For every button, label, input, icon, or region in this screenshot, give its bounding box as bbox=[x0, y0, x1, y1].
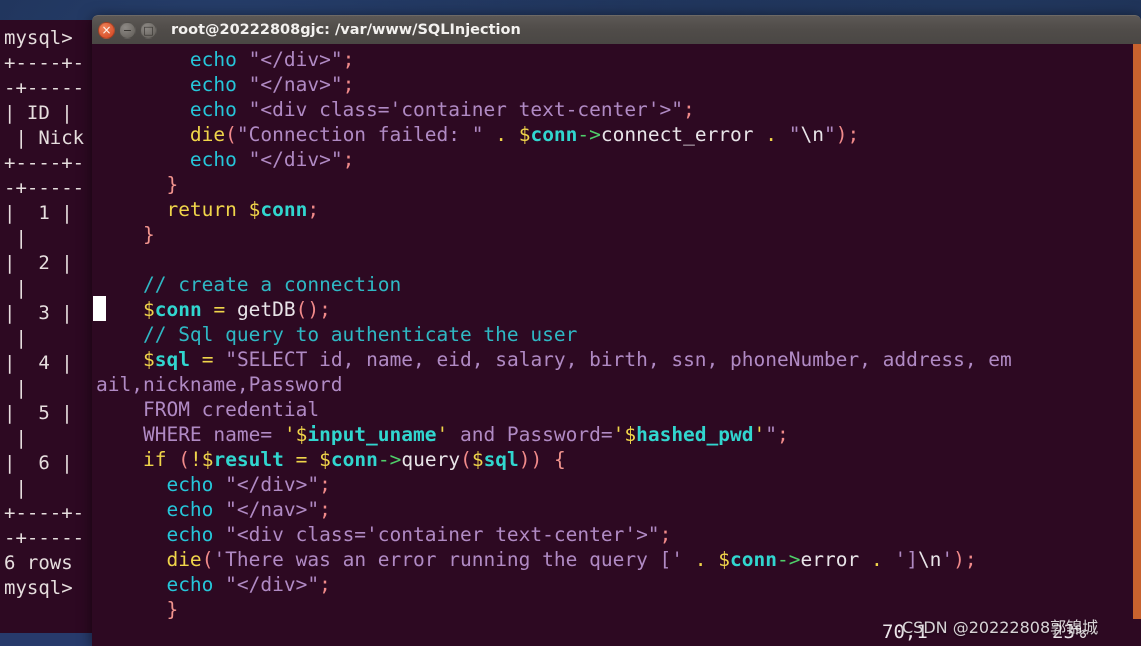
window-title: root@20222808gjc: /var/www/SQLInjection bbox=[171, 22, 521, 38]
code-line: // Sql query to authenticate the user bbox=[142, 323, 578, 346]
code-line: echo "<div class='container text-center'… bbox=[166, 523, 672, 546]
terminal-body[interactable]: echo "</div>"; echo "</nav>"; echo "<div… bbox=[92, 44, 1141, 646]
terminal-window[interactable]: × − □ root@20222808gjc: /var/www/SQLInje… bbox=[92, 15, 1141, 646]
screen: mysql> +----+- -+----- | ID | | Nick +--… bbox=[0, 0, 1141, 646]
code-line: } bbox=[166, 173, 179, 196]
code-line: echo "<div class='container text-center'… bbox=[189, 98, 695, 121]
code-line: ail,nickname,Password bbox=[96, 373, 343, 396]
scroll-percent: 23% bbox=[1052, 621, 1087, 643]
code-line: die("Connection failed: " . $conn->conne… bbox=[189, 123, 860, 146]
code-line: $conn = getDB(); bbox=[142, 298, 331, 321]
code-line: echo "</div>"; bbox=[166, 573, 331, 596]
code-line: FROM credential bbox=[142, 398, 320, 421]
minimize-icon[interactable]: − bbox=[119, 21, 136, 39]
text-cursor bbox=[93, 296, 106, 321]
code-line: $sql = "SELECT id, name, eid, salary, bi… bbox=[142, 348, 1012, 371]
close-icon[interactable]: × bbox=[98, 21, 115, 39]
vim-statusline: 70,1 23% bbox=[92, 619, 1141, 646]
code-line: if (!$result = $conn->query($sql)) { bbox=[142, 448, 566, 471]
code-line: echo "</nav>"; bbox=[189, 73, 355, 96]
editor-buffer[interactable]: echo "</div>"; echo "</nav>"; echo "<div… bbox=[92, 44, 1133, 622]
maximize-icon[interactable]: □ bbox=[140, 21, 157, 39]
code-line: } bbox=[142, 223, 155, 246]
code-line: echo "</div>"; bbox=[189, 48, 355, 71]
code-line: echo "</div>"; bbox=[166, 473, 331, 496]
cursor-position: 70,1 bbox=[882, 621, 928, 643]
code-line: return $conn; bbox=[166, 198, 320, 221]
scrollbar[interactable] bbox=[1133, 44, 1141, 646]
code-line: WHERE name= '$input_uname' and Password=… bbox=[142, 423, 789, 446]
code-line: die('There was an error running the quer… bbox=[166, 548, 977, 571]
code-line: echo "</nav>"; bbox=[166, 498, 331, 521]
code-line: // create a connection bbox=[142, 273, 402, 296]
code-line: echo "</div>"; bbox=[189, 148, 355, 171]
window-titlebar[interactable]: × − □ root@20222808gjc: /var/www/SQLInje… bbox=[92, 15, 1141, 44]
window-controls: × − □ bbox=[98, 21, 157, 39]
